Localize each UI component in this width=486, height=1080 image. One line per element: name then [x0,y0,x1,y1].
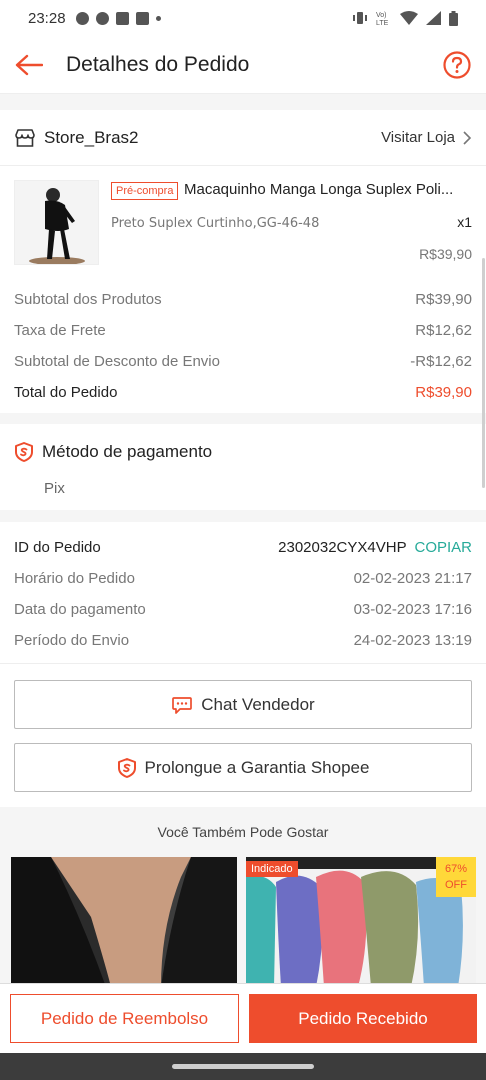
discount-off: OFF [445,879,467,891]
system-navigation-bar [0,1053,486,1080]
whatsapp-icon [75,11,89,25]
app-bar: Detalhes do Pedido [0,36,486,94]
order-items-card: Store_Bras2 Visitar Loja Pré-compra Maca… [0,110,486,413]
product-variant: Preto Suplex Curtinho,GG-46-48 [111,216,320,231]
visit-store-label: Visitar Loja [381,129,455,146]
arrow-left-icon [15,54,43,75]
back-button[interactable] [0,36,58,94]
chat-icon [172,696,193,714]
summary-value: R$39,90 [415,291,472,308]
preorder-badge: Pré-compra [111,182,179,200]
discount-percent: 67% [444,863,468,875]
summary-value: R$12,62 [415,322,472,339]
discount-badge: 67% OFF [436,857,476,897]
svg-text:LTE: LTE [376,20,389,26]
summary-row-total: Total do Pedido R$39,90 [14,377,472,408]
scrollbar[interactable] [482,258,485,488]
product-image [14,180,99,265]
status-time: 23:28 [28,9,66,27]
wifi-icon [400,11,418,25]
summary-label: Subtotal dos Produtos [14,291,162,308]
info-value: 02-02-2023 21:17 [353,570,472,587]
help-icon[interactable] [442,50,472,80]
order-info-row: Data do pagamento 03-02-2023 17:16 [14,594,472,625]
facebook-icon [115,11,129,25]
summary-label: Taxa de Frete [14,322,106,339]
info-label: Período do Envio [14,632,130,649]
summary-row-shipping: Taxa de Frete R$12,62 [14,315,472,346]
store-icon [15,128,35,147]
store-row: Store_Bras2 Visitar Loja [0,110,486,166]
notification-icons [75,11,161,25]
order-info-row: Horário do Pedido 02-02-2023 21:17 [14,563,472,594]
order-summary: Subtotal dos Produtos R$39,90 Taxa de Fr… [0,284,486,408]
summary-label: Total do Pedido [14,384,118,401]
order-id-value: 2302032CYX4VHP [278,539,407,556]
suggestions-title: Você Também Pode Gostar [0,807,486,857]
messenger-icon [95,11,109,25]
extend-guarantee-button[interactable]: Prolongue a Garantia Shopee [14,743,472,792]
payment-method-title: Método de pagamento [42,442,213,461]
info-value: 24-02-2023 13:19 [353,632,472,649]
summary-row-subtotal: Subtotal dos Produtos R$39,90 [14,284,472,315]
summary-value: -R$12,62 [410,353,472,370]
payment-card: Método de pagamento Pix [0,424,486,510]
summary-label: Subtotal de Desconto de Envio [14,353,220,370]
order-info-card: ID do Pedido 2302032CYX4VHP COPIAR Horár… [0,522,486,664]
order-id-row: ID do Pedido 2302032CYX4VHP COPIAR [14,532,472,563]
vibrate-icon [353,12,367,24]
product-name: Macaquinho Manga Longa Suplex Poli... [184,181,454,198]
chevron-right-icon [463,130,472,145]
battery-icon [449,10,458,26]
volte-icon: Vo)LTE [376,12,389,26]
order-total-value: R$39,90 [415,384,472,401]
shopee-guarantee-icon [117,757,136,778]
facebook-icon [135,11,149,25]
visit-store-link[interactable]: Visitar Loja [381,129,472,146]
info-value: 03-02-2023 17:16 [353,601,472,618]
product-price: R$39,90 [419,246,472,262]
info-label: Data do pagamento [14,601,146,618]
suggested-product-image [11,857,237,987]
order-received-button[interactable]: Pedido Recebido [249,994,477,1043]
refund-request-button[interactable]: Pedido de Reembolso [10,994,239,1043]
more-notifications-icon [155,15,161,21]
copy-order-id-button[interactable]: COPIAR [414,539,472,556]
shopee-guarantee-icon [15,442,33,462]
bottom-action-bar: Pedido de Reembolso Pedido Recebido [0,983,486,1053]
extend-guarantee-label: Prolongue a Garantia Shopee [144,757,370,777]
store-name: Store_Bras2 [44,127,139,147]
payment-header: Método de pagamento [0,424,486,480]
system-icons: Vo) LTE [352,10,458,26]
signal-icon [426,11,441,25]
chat-seller-label: Chat Vendedor [201,694,315,714]
product-quantity: x1 [457,214,472,230]
order-info-row: Período do Envio 24-02-2023 13:19 [14,625,472,656]
info-label: Horário do Pedido [14,570,135,587]
svg-text:Vo): Vo) [376,12,387,19]
page-title: Detalhes do Pedido [66,52,250,76]
suggested-product-2[interactable]: Indicado 67% OFF [246,857,476,987]
order-id-label: ID do Pedido [14,539,101,556]
recommended-badge: Indicado [246,861,298,877]
payment-method-value: Pix [44,480,65,497]
status-bar: 23:28 Vo) LTE [0,0,486,36]
home-gesture-handle[interactable] [172,1064,314,1069]
suggested-product-1[interactable] [11,857,237,987]
product-item[interactable]: Pré-compra Macaquinho Manga Longa Suplex… [0,166,486,265]
summary-row-shipping-discount: Subtotal de Desconto de Envio -R$12,62 [14,346,472,377]
chat-seller-button[interactable]: Chat Vendedor [14,680,472,729]
